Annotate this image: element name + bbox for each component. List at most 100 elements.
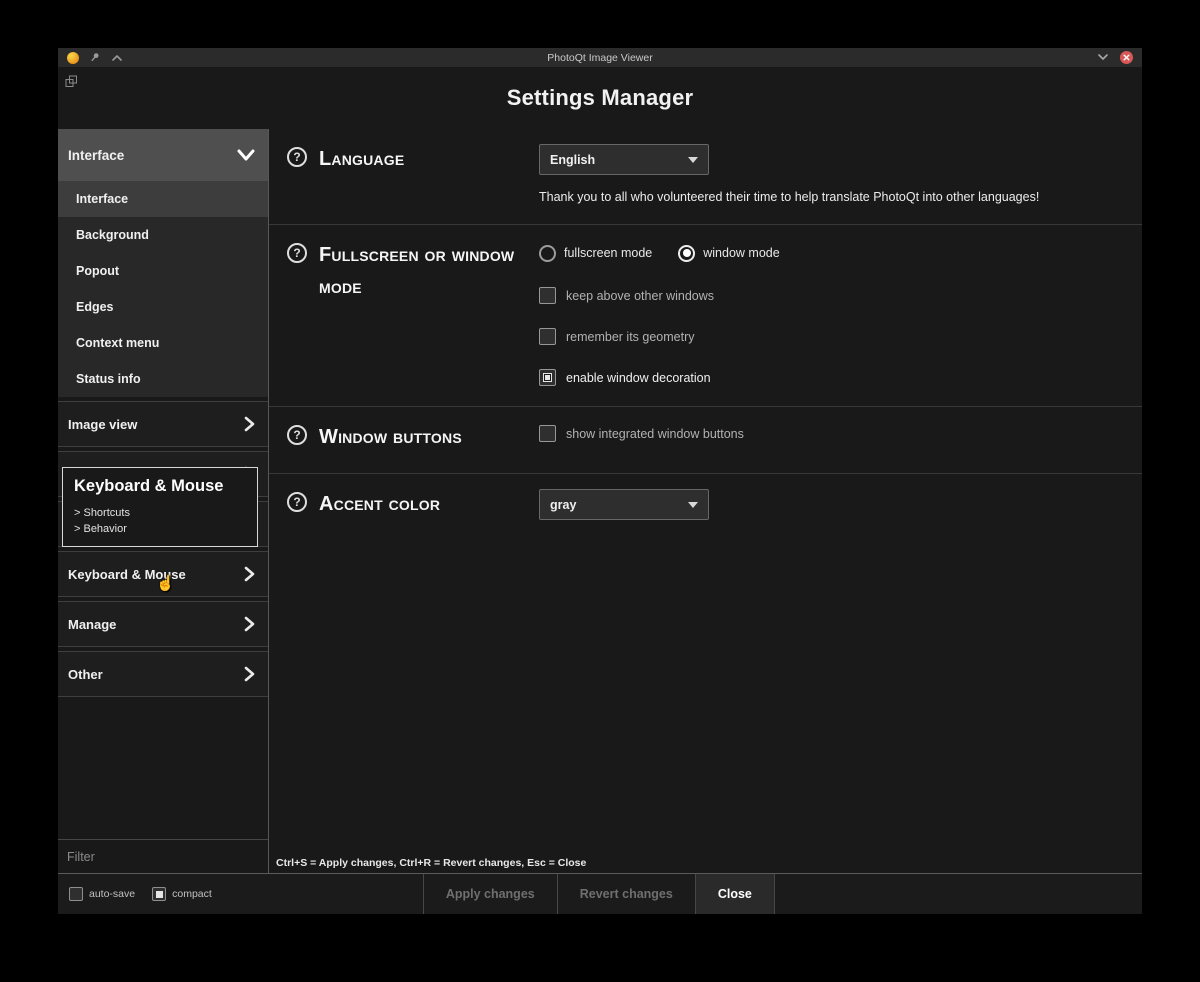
sidebar-item-context-menu[interactable]: Context menu — [58, 325, 268, 361]
chevron-right-icon — [242, 615, 256, 633]
sidebar-category-label: Other — [68, 667, 103, 682]
section-title-text: Fullscreen or window mode — [319, 239, 539, 303]
chevron-right-icon — [242, 665, 256, 683]
checkbox-auto-save[interactable]: auto-save — [69, 887, 135, 901]
section-title-text: Accent color — [319, 488, 440, 520]
tooltip-item-shortcuts: > Shortcuts — [74, 507, 246, 519]
tooltip-title: Keyboard & Mouse — [74, 477, 246, 496]
section-window-buttons-title: ? Window buttons — [287, 421, 539, 453]
checkbox-label: enable window decoration — [566, 371, 711, 385]
sidebar-filter-row — [58, 839, 268, 873]
help-icon[interactable]: ? — [287, 425, 307, 445]
close-button[interactable]: Close — [696, 874, 775, 914]
sidebar-category-keyboard-mouse[interactable]: Keyboard & Mouse ☝ — [58, 551, 268, 597]
sidebar-category-label: Manage — [68, 617, 116, 632]
checkbox-label: compact — [172, 888, 212, 900]
detach-icon[interactable] — [65, 75, 78, 88]
keyboard-mouse-tooltip: Keyboard & Mouse > Shortcuts > Behavior — [62, 467, 258, 547]
sidebar-category-manage[interactable]: Manage — [58, 601, 268, 647]
close-window-icon[interactable] — [1120, 51, 1133, 64]
apply-changes-button[interactable]: Apply changes — [423, 874, 558, 914]
radio-icon — [539, 245, 556, 262]
minimize-icon[interactable] — [1097, 53, 1109, 62]
checkbox-compact[interactable]: compact — [152, 887, 212, 901]
dropdown-arrow-icon — [688, 502, 698, 508]
shortcut-hint-statusline: Ctrl+S = Apply changes, Ctrl+R = Revert … — [269, 854, 1142, 873]
section-window-mode-title: ? Fullscreen or window mode — [287, 239, 539, 303]
revert-changes-button[interactable]: Revert changes — [558, 874, 696, 914]
sidebar-item-background[interactable]: Background — [58, 217, 268, 253]
radio-fullscreen-mode[interactable]: fullscreen mode — [539, 245, 652, 262]
checkbox-keep-above[interactable]: keep above other windows — [539, 287, 1124, 304]
section-accent-color-title: ? Accent color — [287, 488, 539, 520]
checkbox-icon — [539, 328, 556, 345]
filter-input[interactable] — [67, 850, 259, 864]
sidebar-category-label: Interface — [68, 148, 124, 163]
checkbox-label: remember its geometry — [566, 330, 695, 344]
radio-label: fullscreen mode — [564, 246, 652, 260]
checkbox-label: show integrated window buttons — [566, 427, 744, 441]
window-mode-radio-group: fullscreen mode window mode — [539, 243, 1124, 263]
radio-label: window mode — [703, 246, 779, 260]
section-window-mode: ? Fullscreen or window mode fullscreen m… — [269, 225, 1142, 407]
settings-main: ? Language English Thank you to all who … — [269, 129, 1142, 873]
language-select-value: English — [550, 153, 595, 167]
chevron-right-icon — [242, 565, 256, 583]
sidebar: Interface Interface Background Popout Ed… — [58, 129, 269, 873]
radio-window-mode[interactable]: window mode — [678, 245, 779, 262]
bottom-bar: auto-save compact Apply changes Revert c… — [58, 873, 1142, 914]
language-select[interactable]: English — [539, 144, 709, 175]
checkbox-icon — [539, 287, 556, 304]
sidebar-category-image-view[interactable]: Image view — [58, 401, 268, 447]
section-language-controls: English Thank you to all who volunteered… — [539, 143, 1124, 204]
checkbox-window-decoration[interactable]: enable window decoration — [539, 369, 1124, 386]
bottom-bar-options: auto-save compact — [58, 874, 223, 914]
settings-header: Settings Manager — [58, 67, 1142, 129]
section-window-buttons-controls: show integrated window buttons — [539, 421, 1124, 442]
section-title-text: Language — [319, 143, 404, 175]
page-title: Settings Manager — [507, 85, 694, 111]
sidebar-item-interface[interactable]: Interface — [58, 181, 268, 217]
chevron-right-icon — [242, 415, 256, 433]
checkbox-icon — [69, 887, 83, 901]
section-accent-color: ? Accent color gray — [269, 474, 1142, 540]
section-language-title: ? Language — [287, 143, 539, 175]
titlebar-right-icons — [1097, 51, 1133, 64]
section-language: ? Language English Thank you to all who … — [269, 129, 1142, 225]
help-icon[interactable]: ? — [287, 492, 307, 512]
section-window-mode-controls: fullscreen mode window mode keep above o… — [539, 239, 1124, 386]
checkbox-icon-checked — [539, 369, 556, 386]
translation-note: Thank you to all who volunteered their t… — [539, 190, 1124, 204]
section-window-buttons: ? Window buttons show integrated window … — [269, 407, 1142, 474]
sidebar-item-edges[interactable]: Edges — [58, 289, 268, 325]
section-title-text: Window buttons — [319, 421, 462, 453]
photoqt-logo-icon — [67, 52, 79, 64]
sidebar-item-status-info[interactable]: Status info — [58, 361, 268, 397]
help-icon[interactable]: ? — [287, 243, 307, 263]
checkbox-label: auto-save — [89, 888, 135, 900]
sidebar-category-other[interactable]: Other — [58, 651, 268, 697]
tooltip-item-behavior: > Behavior — [74, 523, 246, 535]
bottom-bar-buttons: Apply changes Revert changes Close — [423, 874, 775, 914]
titlebar: PhotoQt Image Viewer — [58, 48, 1142, 67]
radio-icon-selected — [678, 245, 695, 262]
sidebar-category-label: Image view — [68, 417, 137, 432]
sidebar-category-interface[interactable]: Interface — [58, 129, 268, 181]
sidebar-empty-space — [58, 697, 268, 839]
settings-body: Interface Interface Background Popout Ed… — [58, 129, 1142, 873]
checkbox-icon-checked — [152, 887, 166, 901]
dropdown-arrow-icon — [688, 157, 698, 163]
mouse-cursor-icon: ☝ — [156, 576, 175, 591]
section-accent-color-controls: gray — [539, 488, 1124, 520]
photoqt-settings-window: PhotoQt Image Viewer — [58, 48, 1142, 914]
accent-color-select[interactable]: gray — [539, 489, 709, 520]
help-icon[interactable]: ? — [287, 147, 307, 167]
checkbox-remember-geometry[interactable]: remember its geometry — [539, 328, 1124, 345]
sidebar-item-popout[interactable]: Popout — [58, 253, 268, 289]
sidebar-interface-subitems: Interface Background Popout Edges Contex… — [58, 181, 268, 397]
chevron-down-icon — [236, 148, 256, 162]
rollup-icon[interactable] — [111, 53, 123, 62]
checkbox-integrated-window-buttons[interactable]: show integrated window buttons — [539, 425, 1124, 442]
window-title: PhotoQt Image Viewer — [58, 52, 1142, 64]
pin-icon[interactable] — [90, 52, 100, 63]
